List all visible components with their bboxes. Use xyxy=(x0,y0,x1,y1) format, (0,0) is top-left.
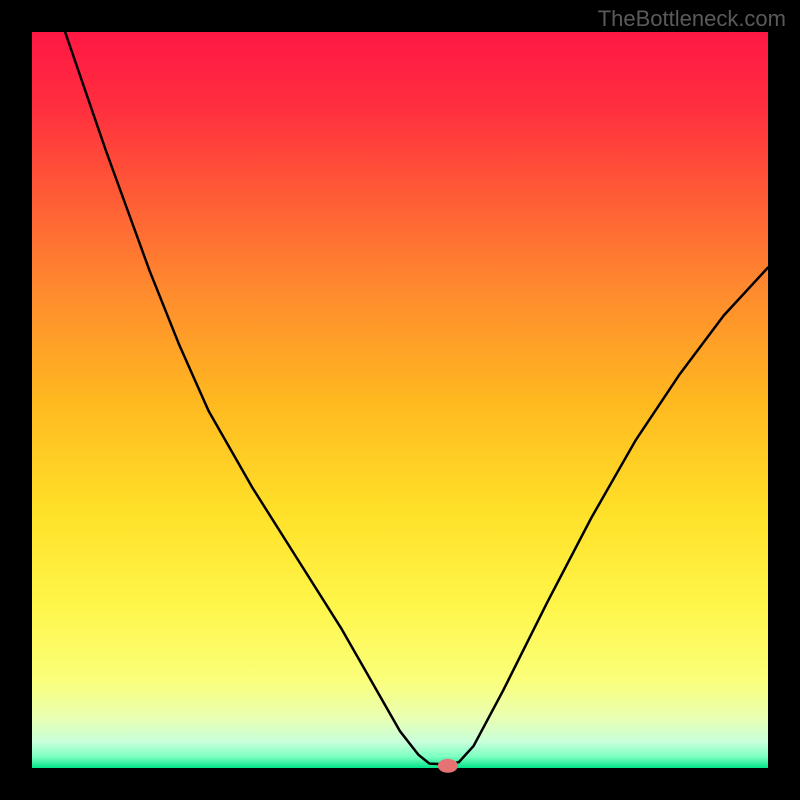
plot-gradient-bg xyxy=(32,32,768,768)
watermark-text: TheBottleneck.com xyxy=(598,6,786,32)
optimal-point-marker xyxy=(438,759,458,773)
chart-container: TheBottleneck.com xyxy=(0,0,800,800)
chart-svg xyxy=(0,0,800,800)
